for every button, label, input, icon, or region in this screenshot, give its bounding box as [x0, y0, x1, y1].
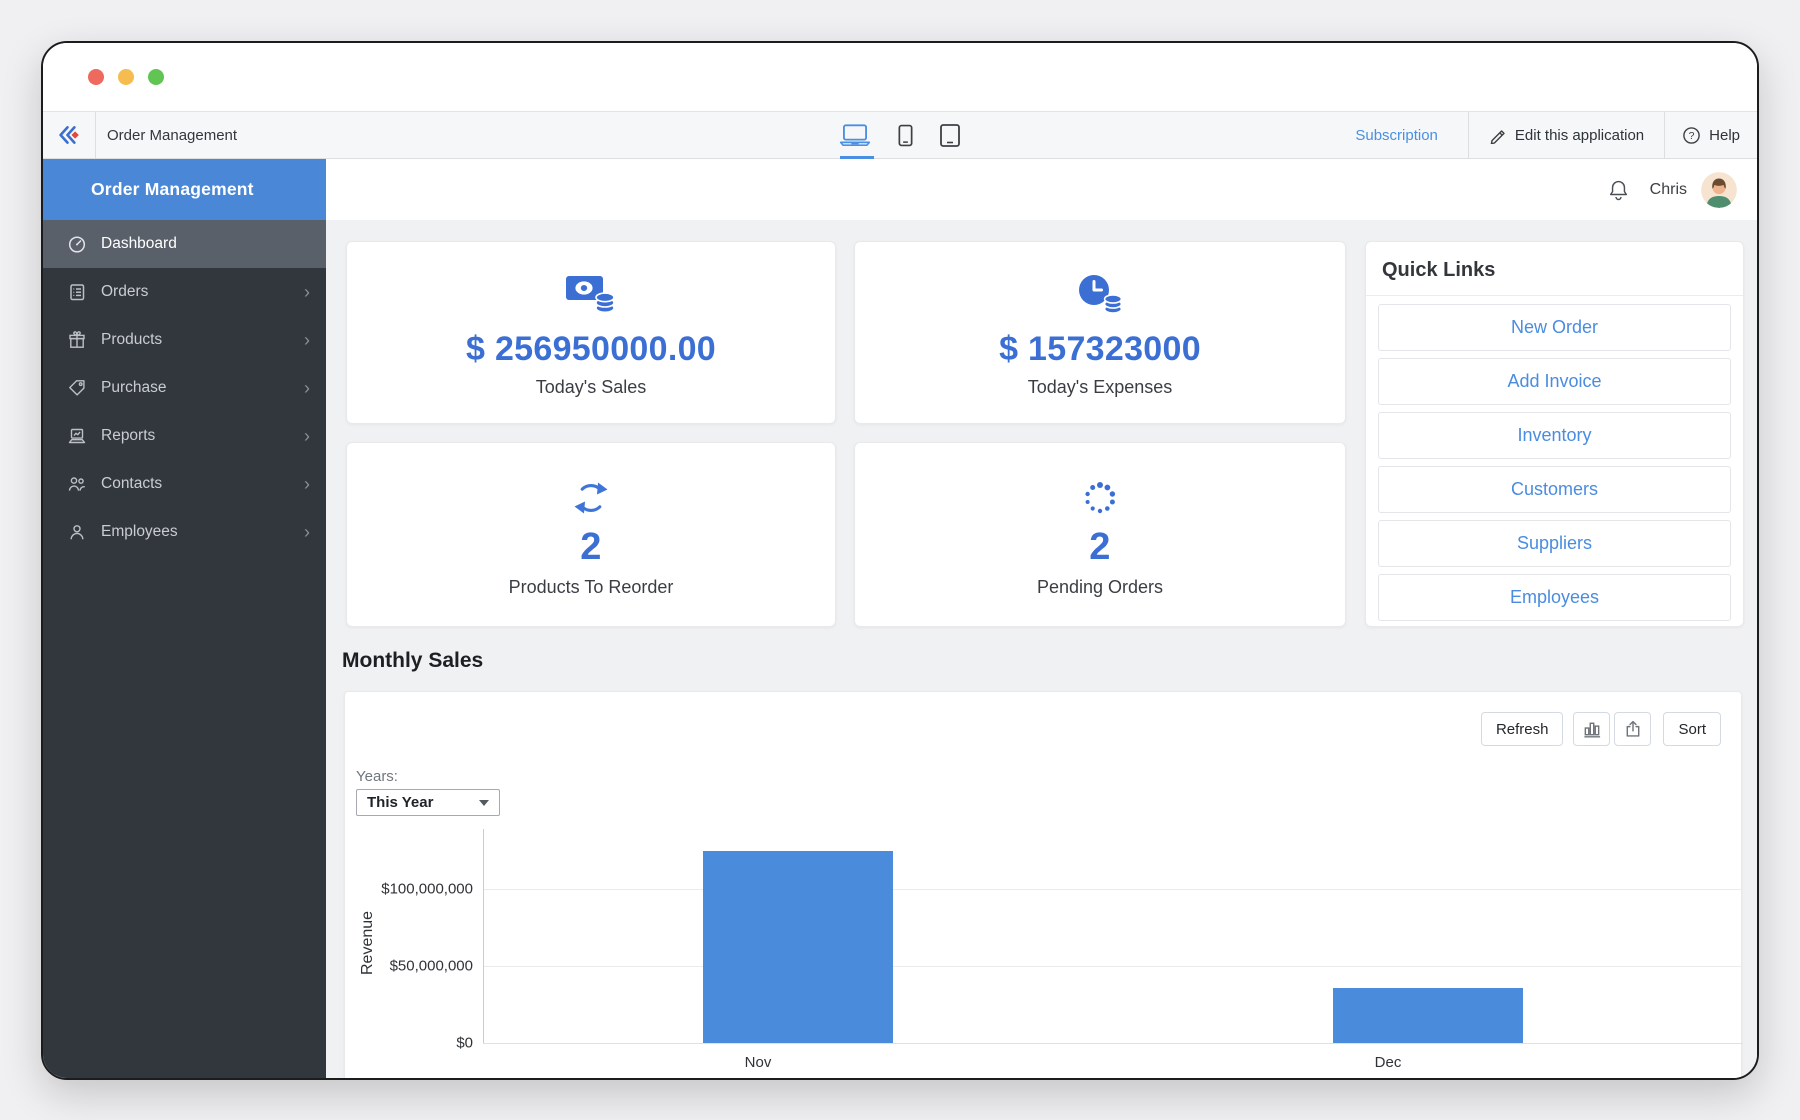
y-axis-title: Revenue — [359, 910, 376, 975]
sidebar-item-orders[interactable]: Orders › — [43, 268, 326, 316]
sidebar-item-contacts[interactable]: Contacts › — [43, 460, 326, 508]
quick-link-inventory[interactable]: Inventory — [1378, 412, 1731, 459]
mobile-view-icon[interactable] — [897, 123, 914, 148]
close-window-button[interactable] — [88, 69, 104, 85]
creator-logo[interactable] — [43, 112, 96, 158]
contacts-icon — [68, 477, 85, 491]
expense-clock-icon — [1074, 268, 1126, 320]
y-tick-label: $100,000,000 — [381, 880, 473, 898]
todays-sales-label: Today's Sales — [535, 376, 647, 397]
top-toolbar: Order Management Subscription Edit this … — [43, 111, 1757, 159]
pending-orders-label: Pending Orders — [1036, 576, 1164, 597]
creator-logo-icon — [59, 126, 79, 144]
main-header: Chris — [326, 159, 1757, 220]
sidebar-item-label: Purchase — [101, 379, 167, 396]
products-to-reorder-value: 2 — [580, 525, 602, 568]
chevron-right-icon: › — [304, 330, 310, 350]
help-button[interactable]: ? Help — [1665, 112, 1757, 158]
pending-orders-card: 2 Pending Orders — [854, 442, 1346, 627]
edit-application-label: Edit this application — [1514, 126, 1645, 144]
sidebar-item-label: Employees — [101, 523, 178, 540]
todays-sales-value: $ 256950000.00 — [465, 329, 716, 368]
window-titlebar — [43, 43, 1757, 111]
app-window: Order Management Subscription Edit this … — [41, 41, 1759, 1080]
bar[interactable] — [1333, 987, 1523, 1043]
maximize-window-button[interactable] — [148, 69, 164, 85]
desktop-view-icon[interactable] — [838, 123, 872, 147]
grid-line — [483, 889, 1743, 891]
sidebar-item-label: Reports — [101, 427, 156, 444]
sidebar-item-products[interactable]: Products › — [43, 316, 326, 364]
todays-sales-card: $ 256950000.00 Today's Sales — [346, 241, 836, 424]
subscription-link[interactable]: Subscription — [1325, 112, 1468, 158]
window-body: Order Management Dashboard Orders › Prod… — [43, 159, 1757, 1078]
tablet-view-icon[interactable] — [939, 123, 961, 148]
monthly-sales-title: Monthly Sales — [342, 649, 484, 672]
monthly-sales-chart-card: Refresh Sort Years: This Year $0 $50,000… — [344, 691, 1743, 1078]
quick-links-list: New Order Add Invoice Inventory Customer… — [1366, 296, 1743, 629]
grid-line — [483, 966, 1743, 968]
x-category-label: Nov — [744, 1054, 772, 1071]
todays-expenses-label: Today's Expenses — [1027, 376, 1173, 397]
todays-expenses-value: $ 157323000 — [999, 329, 1201, 368]
device-preview-switcher — [838, 112, 961, 158]
todays-expenses-card: $ 157323000 Today's Expenses — [854, 241, 1346, 424]
page: { "toolbar": { "app_title": "Order Manag… — [0, 0, 1800, 1120]
sidebar: Order Management Dashboard Orders › Prod… — [43, 159, 326, 1078]
quick-link-customers[interactable]: Customers — [1378, 466, 1731, 513]
chevron-right-icon: › — [304, 282, 310, 302]
dashboard-icon — [68, 236, 86, 253]
sidebar-app-name: Order Management — [43, 159, 326, 220]
edit-application-button[interactable]: Edit this application — [1469, 112, 1664, 158]
pencil-icon — [1490, 130, 1505, 144]
quick-link-employees[interactable]: Employees — [1378, 574, 1731, 621]
toolbar-right-actions: Subscription Edit this application ? Hel… — [1325, 112, 1757, 158]
minimize-window-button[interactable] — [118, 69, 134, 85]
bar[interactable] — [703, 850, 893, 1043]
sidebar-item-employees[interactable]: Employees › — [43, 508, 326, 556]
y-axis-line — [483, 829, 484, 1043]
sidebar-item-label: Orders — [101, 283, 149, 300]
user-name[interactable]: Chris — [1650, 181, 1687, 199]
main-content: Chris $ 256950000.00 Today's Sales $ 157… — [326, 159, 1757, 1078]
pending-spinner-icon — [1076, 472, 1124, 524]
svg-text:?: ? — [1689, 130, 1695, 142]
sidebar-item-label: Dashboard — [101, 235, 177, 252]
quick-links-panel: Quick Links New Order Add Invoice Invent… — [1365, 241, 1744, 627]
products-to-reorder-label: Products To Reorder — [508, 576, 674, 597]
help-label: Help — [1709, 126, 1740, 144]
reorder-arrows-icon — [567, 472, 615, 524]
avatar-illustration — [1701, 171, 1737, 208]
money-icon — [564, 268, 618, 320]
chevron-right-icon: › — [304, 474, 310, 494]
notifications-bell-icon[interactable] — [1607, 178, 1630, 202]
sidebar-item-purchase[interactable]: Purchase › — [43, 364, 326, 412]
sidebar-item-dashboard[interactable]: Dashboard — [43, 220, 326, 268]
products-icon — [69, 331, 85, 348]
help-icon: ? — [1683, 126, 1700, 144]
employees-icon — [70, 525, 84, 540]
sidebar-item-label: Products — [101, 331, 163, 348]
quick-links-title: Quick Links — [1366, 242, 1743, 296]
quick-link-new-order[interactable]: New Order — [1378, 304, 1731, 351]
app-title: Order Management — [107, 126, 238, 144]
chart-plot: $0 $50,000,000 $100,000,000 Revenue Nov Dec — [345, 692, 1743, 1078]
y-tick-label: $0 — [456, 1034, 473, 1052]
sidebar-item-reports[interactable]: Reports › — [43, 412, 326, 460]
products-to-reorder-card: 2 Products To Reorder — [346, 442, 836, 627]
x-axis-baseline — [483, 1043, 1743, 1044]
pending-orders-value: 2 — [1089, 525, 1111, 568]
x-category-label: Dec — [1374, 1054, 1402, 1071]
sidebar-item-label: Contacts — [101, 475, 163, 492]
chevron-right-icon: › — [304, 378, 310, 398]
quick-link-suppliers[interactable]: Suppliers — [1378, 520, 1731, 567]
chevron-right-icon: › — [304, 426, 310, 446]
orders-icon — [70, 284, 85, 301]
user-avatar[interactable] — [1701, 171, 1737, 208]
chevron-right-icon: › — [304, 522, 310, 542]
reports-icon — [68, 428, 86, 444]
quick-link-add-invoice[interactable]: Add Invoice — [1378, 358, 1731, 405]
purchase-tag-icon — [69, 380, 85, 396]
